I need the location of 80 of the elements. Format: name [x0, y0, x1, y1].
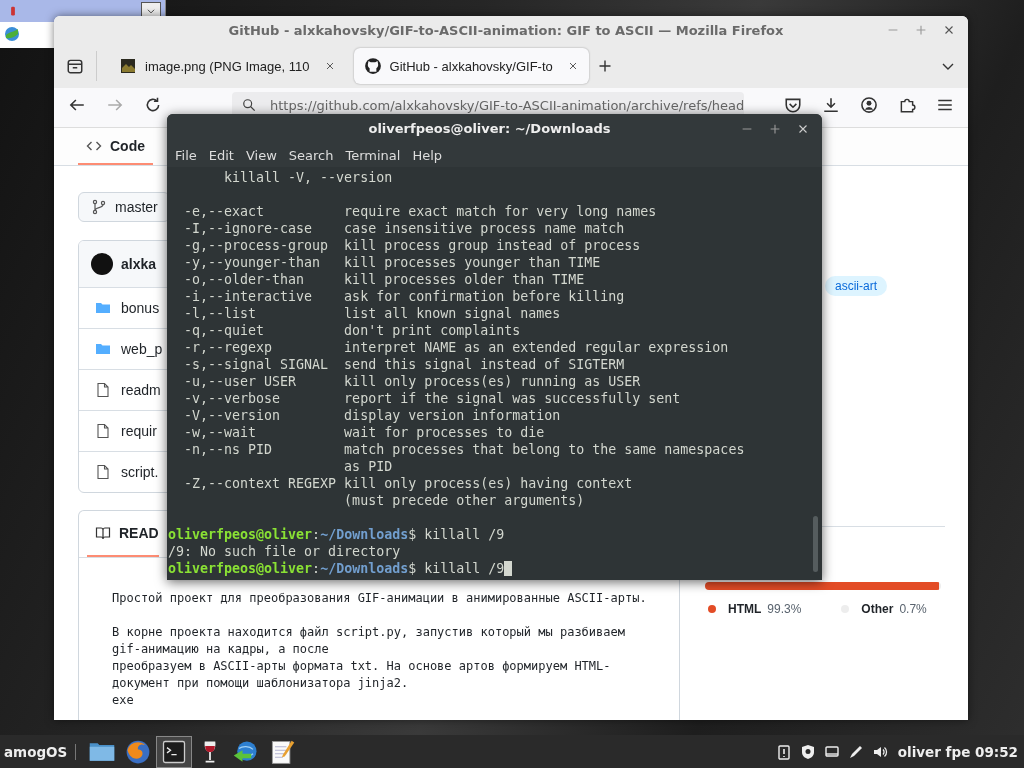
terminal-output: -g,--process-group kill process group instead of process [183, 237, 642, 254]
terminal-output: -u,--user USER kill only process(es) running as USER [183, 373, 642, 390]
readme-tab[interactable]: READ [87, 511, 159, 557]
readme-text: gif-анимацию на кадры, а после [112, 641, 330, 658]
terminal-output: -i,--interactive ask for confirmation before killing [183, 288, 626, 305]
terminal-output: as PID [343, 458, 394, 475]
topic-tag[interactable]: ascii-art [825, 276, 887, 296]
readme-text: Простой проект для преобразования GIF-анимации в анимированные ASCII-арты. [112, 590, 648, 607]
language-percent: 0.7% [899, 602, 927, 616]
window-title: GitHub - alxkahovsky/GIF-to-ASCII-animation: GIF to ASCII — Mozilla Firefox [227, 22, 785, 38]
terminal-output: -e,--exact require exact match for very long names [183, 203, 658, 220]
search-icon [242, 98, 256, 112]
terminal-prompt: oliverfpeos@oliver:~/Downloads$ killall /9 [168, 560, 822, 577]
shield-icon[interactable] [799, 743, 816, 760]
terminal-output: -v,--verbose report if the signal was successfully sent [183, 390, 682, 407]
terminal-prompt: oliverfpeos@oliver:~/Downloads$ killall /9 [168, 526, 506, 543]
folder-icon [95, 341, 111, 357]
browser-tab[interactable]: GitHub - alxkahovsky/GIF-to [353, 48, 589, 84]
menu-item[interactable]: Help [408, 143, 451, 167]
terminal-output: -l,--list list all known signal names [183, 305, 562, 322]
menu-item[interactable]: Edit [204, 143, 242, 167]
window-title: oliverfpeos@oliver: ~/Downloads [367, 121, 612, 136]
file-link[interactable]: readm [121, 382, 161, 398]
readme-text: документ при помощи шаблонизатора jinja2. [112, 675, 410, 692]
menu-item[interactable]: File [171, 143, 205, 167]
terminal-output: -s,--signal SIGNAL send this signal instead of SIGTERM [183, 356, 626, 373]
terminal-output: -V,--version display version information [183, 407, 562, 424]
terminal-output: -I,--ignore-case case insensitive process name match [183, 220, 626, 237]
terminal-output: -n,--ns PID match processes that belong to the same namespaces [183, 441, 746, 458]
file-link[interactable]: web_p [121, 341, 163, 357]
avatar [91, 253, 113, 275]
clipboard-icon[interactable] [775, 743, 792, 760]
terminal-output: -y,--younger-than kill processes younger than TIME [183, 254, 602, 271]
terminal-output: -r,--regexp interpret NAME as an extended regular expression [183, 339, 730, 356]
start-button[interactable]: amogOS [4, 743, 77, 760]
readme-text: преобразуем в ASCII-арты формата txt. На основе артов формируем HTML- [112, 658, 612, 675]
scrollbar[interactable] [813, 516, 818, 572]
file-icon [95, 423, 111, 439]
tab-overview-icon[interactable] [66, 57, 84, 75]
clock: oliver fpe 09:52 [897, 743, 1018, 760]
terminal-output: -w,--wait wait for processes to die [183, 424, 546, 441]
terminal-output: (must precede other arguments) [343, 492, 586, 509]
extensions-icon[interactable] [898, 96, 916, 114]
branch-icon [91, 199, 107, 215]
folder-icon [95, 300, 111, 316]
terminal-output: -Z,--context REGEXP kill only process(es) having context [183, 475, 634, 492]
code-tab[interactable]: Code [78, 128, 153, 165]
book-icon [95, 525, 111, 541]
terminal-output: killall -V, --version [223, 169, 394, 186]
language-percent: 99.3% [767, 602, 802, 616]
language-name[interactable]: HTML [728, 602, 762, 616]
readme-text: exe [112, 692, 135, 709]
reload-icon[interactable] [144, 96, 162, 114]
readme-text: В корне проекта находится файл script.py, запустив который мы разбиваем [112, 624, 626, 641]
language-name[interactable]: Other [861, 602, 894, 616]
terminal-output: -q,--quiet don't print complaints [183, 322, 522, 339]
taskbar-button[interactable] [156, 735, 193, 768]
display-icon[interactable] [823, 743, 840, 760]
branch-button[interactable]: master [78, 192, 170, 222]
commit-author[interactable]: alxka [121, 256, 157, 272]
menu-item[interactable]: View [241, 143, 285, 167]
browser-tab[interactable]: image.png (PNG Image, 110 [109, 48, 346, 84]
download-icon[interactable] [822, 96, 840, 114]
terminal-output: /9: No such file or directory [168, 543, 402, 560]
bottle-icon [8, 4, 18, 18]
terminal-output: -o,--older-than kill processes older than TIME [183, 271, 586, 288]
menu-item[interactable]: Search [284, 143, 342, 167]
file-link[interactable]: requir [121, 423, 157, 439]
chevron-down-icon [145, 6, 157, 16]
menu-item[interactable]: Terminal [341, 143, 409, 167]
globe-icon [4, 26, 20, 42]
pen-icon[interactable] [847, 743, 864, 760]
logo-icon [363, 57, 382, 75]
file-link[interactable]: script. [121, 464, 159, 480]
pocket-icon[interactable] [784, 96, 802, 114]
file-link[interactable]: bonus [121, 300, 160, 316]
account-icon[interactable] [860, 96, 878, 114]
file-icon [95, 464, 111, 480]
file-icon [95, 382, 111, 398]
image-thumbnail-icon [119, 58, 137, 74]
